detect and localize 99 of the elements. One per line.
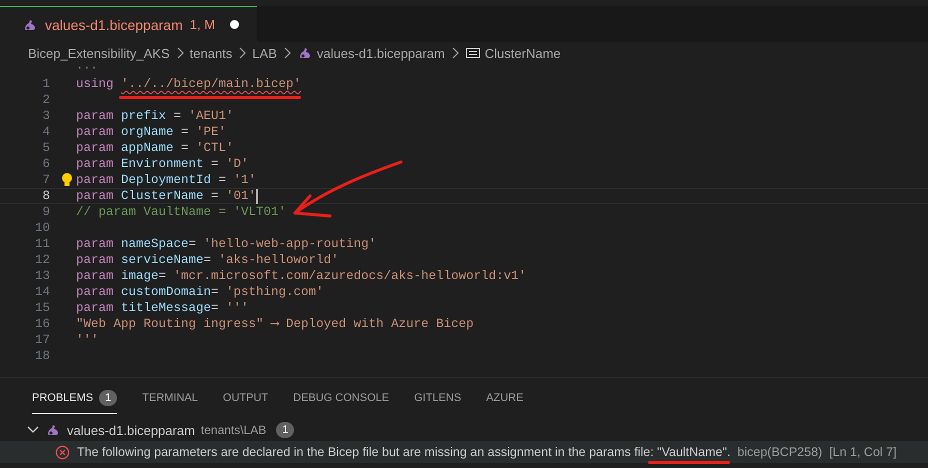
- chevron-right-icon: [176, 47, 184, 59]
- breadcrumb-item[interactable]: ClusterName: [484, 46, 561, 60]
- line-number: 17: [34, 332, 50, 348]
- code-token: =: [158, 268, 168, 284]
- code-token: prefix: [121, 108, 166, 124]
- code-token: =: [172, 108, 182, 124]
- line-number: 10: [34, 220, 50, 236]
- line-number: 6: [41, 156, 50, 172]
- chevron-right-icon: [238, 47, 246, 59]
- code-token: =: [211, 300, 220, 316]
- code-token: '01': [226, 189, 256, 203]
- code-token: customDomain: [121, 284, 212, 300]
- line-number: 7: [41, 172, 50, 188]
- text-cursor: [256, 189, 258, 204]
- code-token: ''': [226, 300, 249, 316]
- code-token: =: [204, 252, 212, 268]
- line-number: 15: [34, 300, 50, 316]
- code-token: // param VaultName = 'VLT01': [76, 204, 286, 220]
- code-token: param: [76, 300, 115, 316]
- breadcrumb-item[interactable]: Bicep_Extensibility_AKS: [28, 46, 170, 60]
- code-token: nameSpace: [121, 236, 189, 252]
- code-token: appName: [121, 140, 174, 156]
- code-token: =: [218, 172, 228, 188]
- code-token: param: [76, 236, 115, 252]
- code-token: 'AEU1': [188, 108, 234, 124]
- problem-row[interactable]: The following parameters are declared in the Bicep file but are missing an assignment in the params file: "VaultName". bicep(BCP258) [Ln 1, Col 7]: [0, 441, 928, 463]
- code-token: =: [210, 189, 220, 203]
- problem-count: 1: [276, 422, 294, 438]
- code-token: Environment: [121, 156, 204, 172]
- code-token: DeploymentId: [121, 172, 212, 188]
- line-number: 2: [41, 92, 50, 108]
- chevron-right-icon: [282, 47, 291, 59]
- code-token: ClusterName: [121, 189, 204, 203]
- line-number: 9: [41, 204, 50, 220]
- line-number: 8: [41, 189, 50, 203]
- code-token: "Web App Routing ingress" ⟶ Deployed with Azure Bicep: [76, 316, 474, 332]
- code-token: 'CTL': [196, 140, 234, 156]
- line-number: 18: [34, 348, 50, 364]
- bicep-file-icon: [45, 422, 61, 438]
- code-token: =: [210, 156, 220, 172]
- folded-lines-marker[interactable]: ···: [76, 64, 98, 76]
- chevron-down-icon[interactable]: [27, 426, 39, 434]
- line-number: 14: [34, 284, 50, 300]
- code-token: param: [76, 284, 115, 300]
- file-name: values-d1.bicepparam: [67, 422, 195, 438]
- problem-location: [Ln 1, Col 7]: [829, 445, 897, 459]
- code-token: using: [76, 76, 115, 92]
- panel-tab[interactable]: AZURE: [486, 390, 524, 410]
- code-token: 'D': [226, 156, 249, 172]
- code-token: ''': [76, 332, 99, 348]
- code-token: 'PE': [196, 124, 226, 140]
- code-token: param: [76, 124, 115, 140]
- chevron-right-icon: [450, 47, 459, 59]
- editor-tab[interactable]: values-d1.bicepparam 1, M: [0, 6, 258, 42]
- panel-tab[interactable]: OUTPUT: [222, 390, 268, 410]
- line-number: 16: [34, 316, 50, 332]
- panel-tab[interactable]: TERMINAL: [142, 390, 198, 410]
- code-token: =: [180, 124, 190, 140]
- line-number: 13: [34, 268, 50, 284]
- code-token: =: [211, 284, 220, 300]
- line-number: 3: [41, 108, 50, 124]
- error-icon: [55, 444, 70, 460]
- problem-message: The following parameters are declared in the Bicep file but are missing an assignment in the params file: "VaultName".: [77, 445, 730, 459]
- line-number: 5: [41, 140, 50, 156]
- code-token: image: [121, 268, 159, 284]
- code-token: titleMessage: [121, 300, 212, 316]
- code-token: param: [76, 172, 115, 188]
- file-path: tenants\LAB: [200, 423, 266, 437]
- code-token: '../../bicep/main.bicep': [121, 76, 302, 92]
- breadcrumb-item[interactable]: LAB: [252, 46, 277, 60]
- line-number: 1: [41, 76, 50, 92]
- code-token: param: [76, 189, 115, 203]
- code-token: param: [76, 108, 115, 124]
- line-number: 4: [41, 124, 50, 140]
- panel-tab[interactable]: PROBLEMS 1: [32, 390, 118, 414]
- code-token: orgName: [121, 124, 174, 140]
- code-token: 'psthing.com': [226, 284, 324, 300]
- breadcrumb-item[interactable]: tenants: [190, 46, 232, 60]
- lightbulb-icon[interactable]: [61, 172, 73, 188]
- code-token: 'mcr.microsoft.com/azuredocs/aks-helloworld:v1': [174, 268, 526, 284]
- code-token: serviceName: [121, 252, 204, 268]
- code-token: =: [188, 236, 198, 252]
- code-token: param: [76, 268, 115, 284]
- code-token: param: [76, 156, 115, 172]
- breadcrumb-item[interactable]: values-d1.bicepparam: [316, 46, 445, 60]
- code-token: 'aks-helloworld': [218, 252, 339, 268]
- code-token: 'hello-web-app-routing': [204, 236, 376, 252]
- tab-status: 1, M: [190, 17, 216, 32]
- problem-source: bicep(BCP258): [737, 445, 822, 459]
- line-number: 11: [34, 236, 50, 252]
- tab-title: values-d1.bicepparam: [45, 16, 183, 32]
- code-token: param: [76, 140, 115, 156]
- panel-tab[interactable]: DEBUG CONSOLE: [293, 390, 390, 410]
- code-token: '1': [234, 172, 256, 188]
- code-token: param: [76, 252, 115, 268]
- symbol-icon: [464, 45, 481, 61]
- code-token: =: [180, 140, 190, 156]
- panel-tab[interactable]: GITLENS: [414, 390, 462, 410]
- line-number: 12: [34, 252, 50, 268]
